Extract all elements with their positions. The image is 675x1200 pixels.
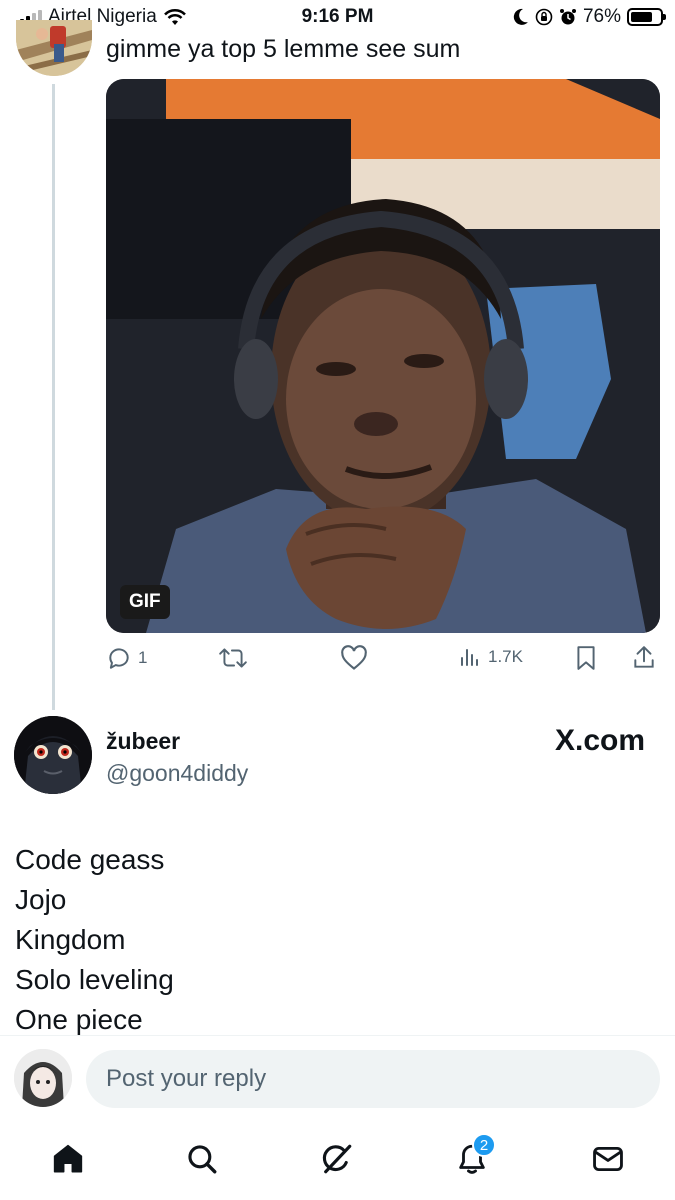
gif-badge: GIF [120, 585, 170, 619]
reply-line: One piece [15, 1004, 143, 1035]
repost-action[interactable] [218, 645, 248, 671]
search-icon [188, 1145, 217, 1174]
battery-percent: 76% [582, 6, 621, 27]
gif-media[interactable]: GIF [106, 79, 660, 633]
views-action[interactable]: 1.7K [458, 645, 523, 669]
view-count: 1.7K [488, 647, 523, 666]
repost-icon [219, 648, 247, 668]
thread-connector-line [52, 84, 55, 710]
reply-action[interactable]: 1 [106, 645, 147, 671]
reply-tweet-text: Code geass Jojo Kingdom Solo leveling On… [15, 840, 174, 1040]
share-action[interactable] [632, 645, 656, 671]
tweet-actions: 1 1.7K [106, 645, 660, 679]
nav-search[interactable] [178, 1135, 226, 1183]
heart-icon [341, 645, 367, 670]
notification-badge: 2 [472, 1133, 496, 1157]
mail-icon [593, 1146, 623, 1172]
reply-line: Solo leveling [15, 964, 174, 995]
status-bar: Airtel Nigeria 9:16 PM 76% [0, 0, 675, 36]
gif-image [106, 79, 660, 633]
like-action[interactable] [340, 645, 368, 671]
grok-icon [322, 1144, 352, 1174]
nav-notifications[interactable]: 2 [448, 1133, 496, 1183]
share-icon [634, 646, 654, 668]
orientation-lock-icon [535, 8, 553, 26]
bookmark-action[interactable] [574, 645, 598, 671]
nav-grok[interactable] [313, 1135, 361, 1183]
reply-avatar[interactable] [14, 716, 92, 794]
moon-icon [513, 8, 528, 25]
reply-line: Kingdom [15, 924, 126, 955]
reply-input[interactable]: Post your reply [86, 1050, 660, 1108]
reply-icon [109, 648, 129, 669]
status-right: 76% [513, 6, 666, 28]
home-icon [53, 1144, 83, 1173]
reply-display-name[interactable]: žubeer [106, 728, 180, 755]
reply-line: Code geass [15, 844, 165, 875]
bottom-navigation: 2 [0, 1125, 675, 1200]
source-label: X.com [555, 724, 645, 758]
analytics-icon [461, 649, 478, 666]
battery-icon [627, 8, 666, 26]
reply-line: Jojo [15, 884, 67, 915]
nav-messages[interactable] [584, 1135, 632, 1183]
nav-home[interactable] [44, 1135, 92, 1183]
reply-count: 1 [138, 648, 148, 667]
source-label-text: X.com [554, 724, 645, 757]
parent-tweet-text: gimme ya top 5 lemme see sum [106, 35, 461, 63]
bookmark-icon [577, 646, 595, 670]
my-avatar[interactable] [14, 1049, 72, 1107]
parent-avatar[interactable] [16, 20, 92, 76]
reply-handle[interactable]: @goon4diddy [106, 760, 248, 787]
alarm-icon [559, 9, 576, 25]
composer-divider [0, 1035, 675, 1036]
